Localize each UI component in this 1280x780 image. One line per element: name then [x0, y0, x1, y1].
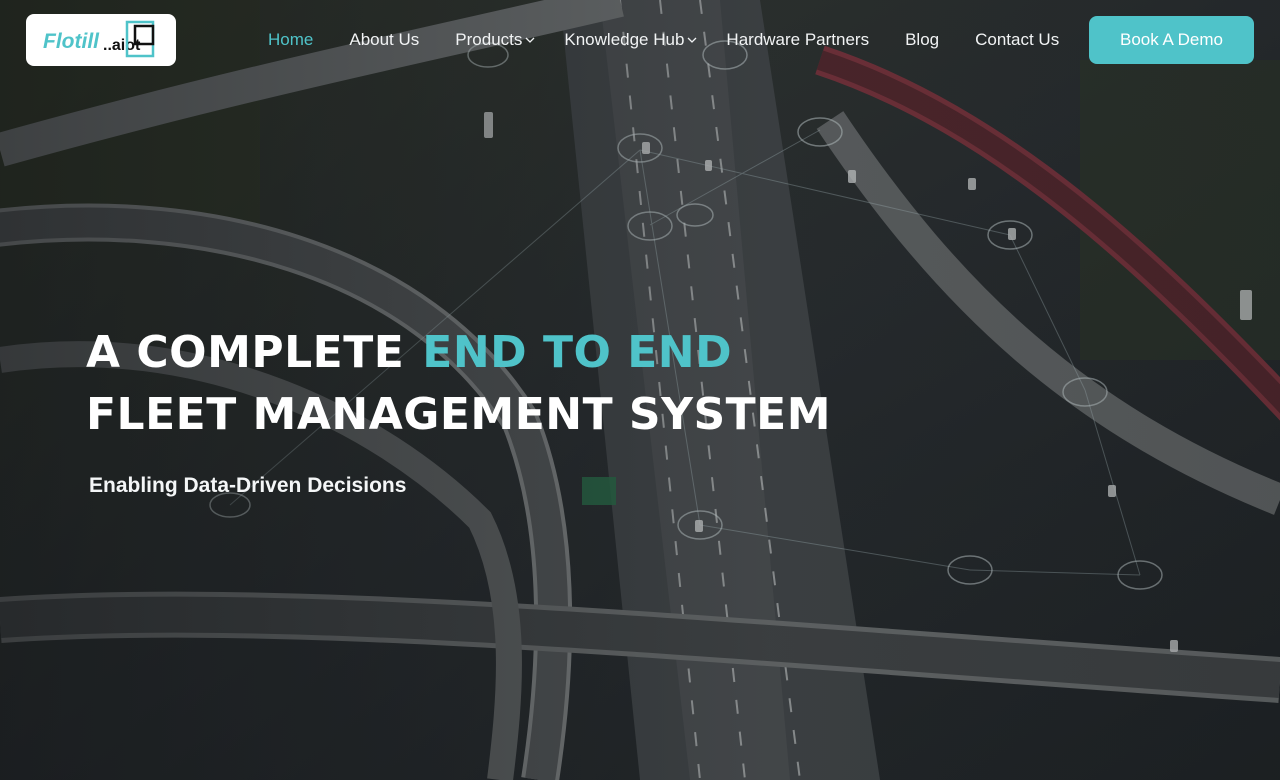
nav-blog[interactable]: Blog	[887, 30, 957, 50]
nav-home-label: Home	[268, 30, 314, 49]
nav-products-label: Products	[455, 30, 523, 49]
nav-hardware-partners[interactable]: Hardware Partners	[708, 30, 887, 50]
book-demo-button[interactable]: Book A Demo	[1089, 16, 1254, 64]
hero-headline: A COMPLETE END TO END FLEET MANAGEMENT SY…	[86, 322, 831, 446]
logo[interactable]: Flotill ..aiot	[26, 14, 176, 66]
nav-products[interactable]: Products	[437, 30, 546, 50]
nav-knowledge-hub-label: Knowledge Hub	[564, 30, 685, 49]
flotilla-iot-logo-icon: Flotill ..aiot	[43, 20, 155, 58]
nav-contact-us[interactable]: Contact Us	[957, 30, 1077, 50]
chevron-down-icon	[687, 37, 697, 43]
headline-part1: A COMPLETE	[86, 327, 405, 378]
nav-contact-us-label: Contact Us	[975, 30, 1060, 49]
book-demo-label: Book A Demo	[1119, 30, 1223, 49]
nav-knowledge-hub[interactable]: Knowledge Hub	[546, 30, 708, 50]
nav-about-us-label: About Us	[349, 30, 420, 49]
headline-line-2: FLEET MANAGEMENT SYSTEM	[86, 389, 832, 440]
nav-blog-label: Blog	[905, 30, 940, 49]
main-nav: Home About Us Products Knowledge Hub Har…	[250, 22, 1077, 58]
headline-line-1: A COMPLETE END TO END	[86, 322, 831, 384]
nav-about-us[interactable]: About Us	[331, 30, 437, 50]
hero-section: Flotill ..aiot Home About Us Products Kn…	[0, 0, 1280, 780]
nav-home[interactable]: Home	[250, 30, 331, 50]
hero-tagline: Enabling Data-Driven Decisions	[89, 474, 407, 497]
svg-text:Flotill: Flotill	[43, 30, 100, 53]
chevron-down-icon	[525, 37, 535, 43]
headline-accent: END TO END	[422, 327, 733, 378]
nav-hardware-partners-label: Hardware Partners	[726, 30, 870, 49]
